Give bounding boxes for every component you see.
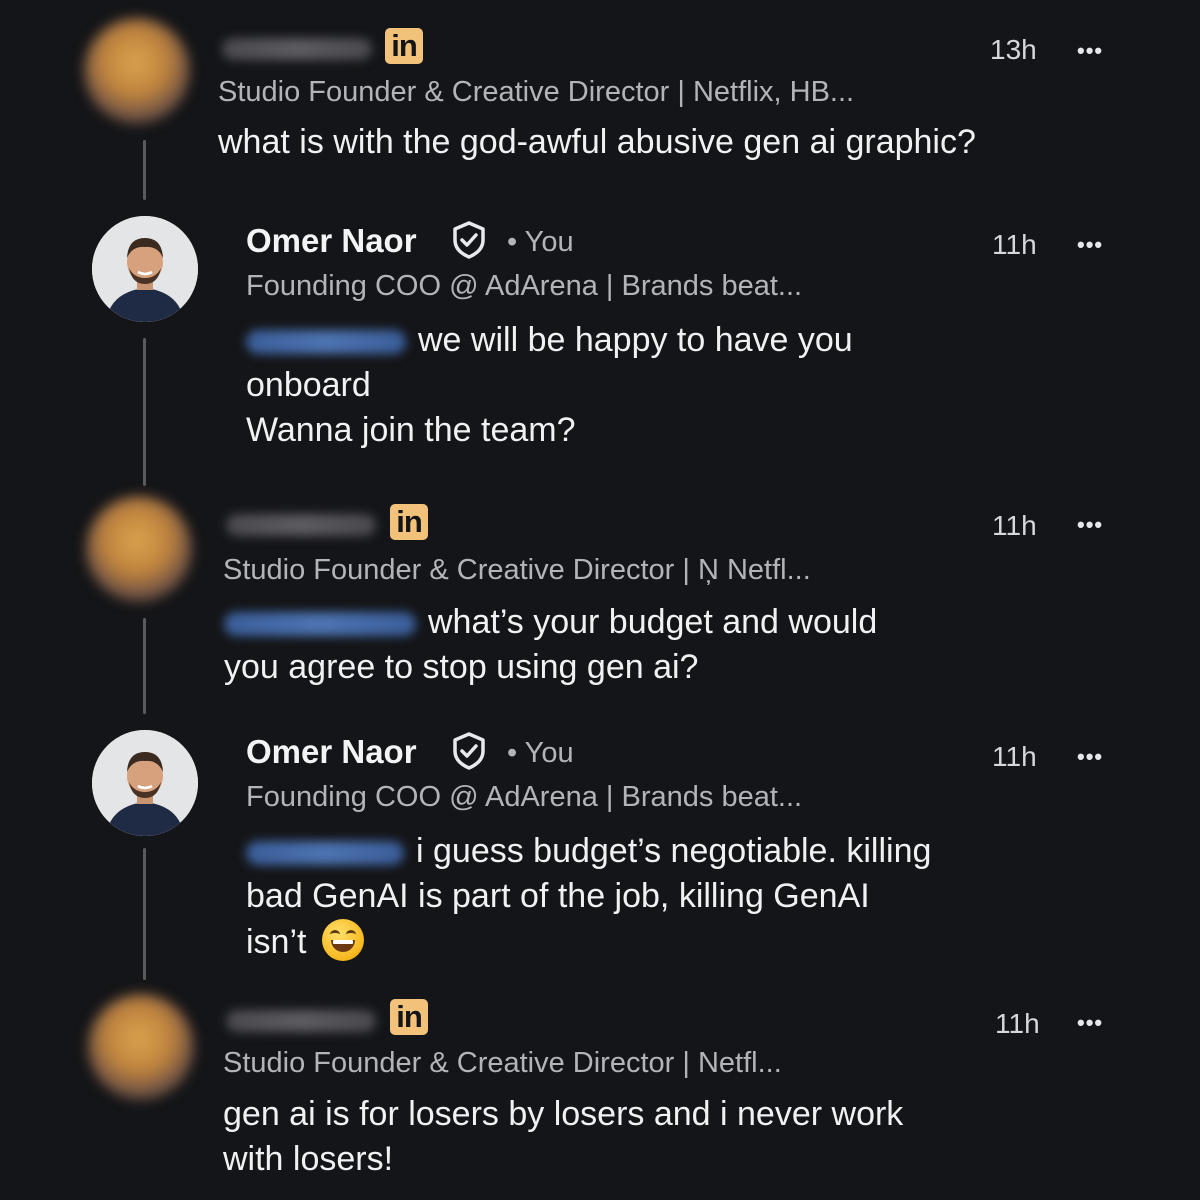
author-headline: Studio Founder & Creative Director | Net… bbox=[218, 76, 855, 108]
author-headline: Founding COO @ AdArena | Brands beat... bbox=[246, 781, 803, 813]
avatar[interactable] bbox=[86, 496, 192, 602]
author-name[interactable]: Omer Naor bbox=[246, 733, 417, 771]
thread-line bbox=[143, 140, 146, 200]
verified-shield-icon bbox=[449, 220, 489, 260]
grinning-face-emoji bbox=[321, 919, 364, 961]
comment-text: what’s your budget and would you agree t… bbox=[224, 603, 878, 686]
author-name-redacted[interactable] bbox=[222, 38, 372, 60]
linkedin-badge-icon: in bbox=[385, 28, 423, 64]
linkedin-badge-icon: in bbox=[390, 999, 428, 1035]
person-photo-icon bbox=[92, 216, 198, 322]
person-photo-icon bbox=[92, 730, 198, 836]
author-headline: Studio Founder & Creative Director | Net… bbox=[223, 1047, 782, 1079]
avatar[interactable] bbox=[92, 216, 198, 322]
avatar[interactable] bbox=[92, 730, 198, 836]
more-options-icon[interactable]: ••• bbox=[1077, 38, 1103, 64]
more-options-icon[interactable]: ••• bbox=[1077, 512, 1103, 538]
verified-shield-icon bbox=[449, 731, 489, 771]
author-name-redacted[interactable] bbox=[226, 1010, 376, 1032]
author-name[interactable]: Omer Naor bbox=[246, 222, 417, 260]
author-headline: Founding COO @ AdArena | Brands beat... bbox=[246, 270, 803, 302]
thread-line bbox=[143, 618, 146, 714]
timestamp: 11h bbox=[992, 229, 1037, 260]
thread-line bbox=[143, 848, 146, 980]
more-options-icon[interactable]: ••• bbox=[1077, 232, 1103, 258]
comment-text: i guess budget’s negotiable. killing bad… bbox=[246, 832, 932, 961]
timestamp: 11h bbox=[995, 1008, 1040, 1039]
avatar[interactable] bbox=[84, 18, 190, 124]
author-headline: Studio Founder & Creative Director | Ņ N… bbox=[223, 554, 811, 586]
author-name-redacted[interactable] bbox=[226, 514, 376, 536]
more-options-icon[interactable]: ••• bbox=[1077, 744, 1103, 770]
timestamp: 13h bbox=[990, 34, 1037, 65]
you-label: • You bbox=[507, 226, 574, 258]
timestamp: 11h bbox=[992, 741, 1037, 772]
comment-text: what is with the god-awful abusive gen a… bbox=[218, 123, 976, 161]
comment-text: gen ai is for losers by losers and i nev… bbox=[223, 1095, 904, 1178]
more-options-icon[interactable]: ••• bbox=[1077, 1010, 1103, 1036]
mention-redacted[interactable] bbox=[246, 330, 406, 355]
linkedin-badge-icon: in bbox=[390, 504, 428, 540]
mention-redacted[interactable] bbox=[224, 612, 416, 637]
comment-text: we will be happy to have you onboard Wan… bbox=[246, 321, 853, 449]
timestamp: 11h bbox=[992, 510, 1037, 541]
you-label: • You bbox=[507, 737, 574, 769]
avatar[interactable] bbox=[88, 994, 194, 1100]
thread-line bbox=[143, 338, 146, 486]
mention-redacted[interactable] bbox=[246, 841, 404, 866]
